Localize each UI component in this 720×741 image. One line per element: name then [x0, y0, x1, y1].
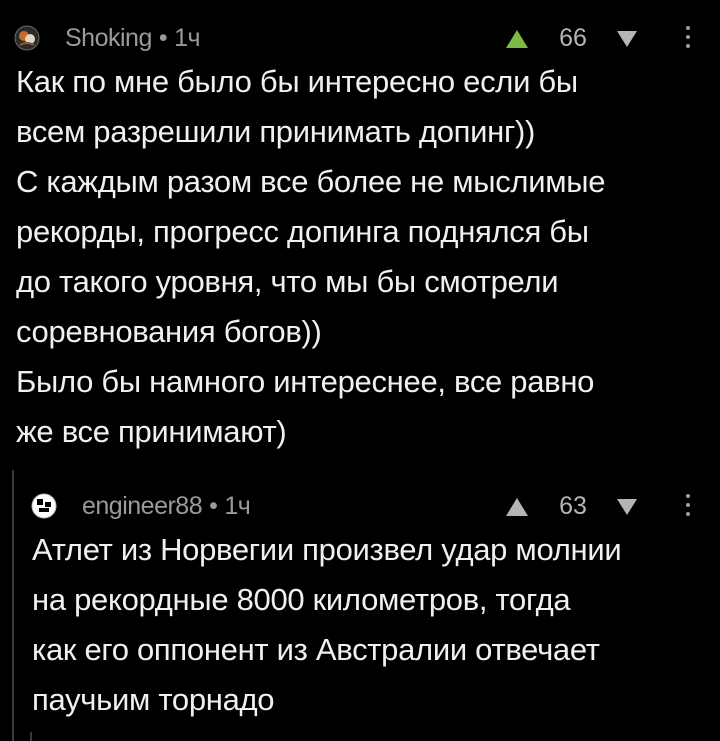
comment-header: engineer88 • 1ч 63 — [0, 486, 720, 526]
comment-line: как его оппонент из Австралии отвечает — [32, 632, 600, 667]
menu-dot — [686, 512, 690, 516]
comment-line: Атлет из Норвегии произвел удар молнии — [32, 532, 622, 567]
comment-text: Атлет из Норвегии произвел удар молнии н… — [32, 525, 718, 725]
menu-dot — [686, 35, 690, 39]
comment-line: С каждым разом все более не мыслимые — [16, 164, 606, 199]
menu-dot — [686, 503, 690, 507]
comment-line: паучьим торнадо — [32, 682, 275, 717]
comment-meta: engineer88 • 1ч — [82, 486, 251, 526]
avatar-icon[interactable] — [31, 493, 57, 519]
meta-separator: • — [158, 24, 168, 52]
menu-dot — [686, 494, 690, 498]
menu-dot — [686, 44, 690, 48]
comment-line: рекорды, прогресс допинга поднялся бы — [16, 214, 589, 249]
triangle-down-icon[interactable] — [616, 498, 638, 516]
meta-separator: • — [209, 492, 218, 520]
more-vertical-icon[interactable] — [684, 494, 692, 520]
triangle-up-icon[interactable] — [505, 497, 529, 517]
comment-line: до такого уровня, что мы бы смотрели — [16, 264, 559, 299]
comment-line: Было бы намного интереснее, все равно — [16, 364, 595, 399]
thread-line[interactable] — [30, 732, 32, 741]
comment-score: 66 — [559, 24, 587, 52]
author-name[interactable]: engineer88 — [82, 492, 203, 520]
comment-line: на рекордные 8000 километров, тогда — [32, 582, 571, 617]
comment-time: 1ч — [174, 24, 201, 52]
comment-meta: Shoking • 1ч — [65, 18, 201, 58]
more-vertical-icon[interactable] — [684, 26, 692, 52]
avatar-icon[interactable] — [14, 25, 40, 51]
comment-header: Shoking • 1ч 66 — [0, 18, 720, 58]
comment-time: 1ч — [224, 492, 251, 520]
menu-dot — [686, 26, 690, 30]
comment-score: 63 — [559, 492, 587, 520]
comment-line: Как по мне было бы интересно если бы — [16, 64, 578, 99]
comment-line: всем разрешили принимать допинг)) — [16, 114, 536, 149]
comment-line: же все принимают) — [16, 414, 287, 449]
triangle-down-icon[interactable] — [616, 30, 638, 48]
triangle-up-icon[interactable] — [505, 29, 529, 49]
comment: Shoking • 1ч 66 Как по мне было бы интерес… — [0, 0, 720, 470]
author-name[interactable]: Shoking — [65, 24, 152, 52]
reply-comment: engineer88 • 1ч 63 Атлет из Норвегии произ… — [0, 470, 720, 741]
comment-line: соревнования богов)) — [16, 314, 322, 349]
comment-text: Как по мне было бы интересно если бы все… — [16, 57, 716, 457]
